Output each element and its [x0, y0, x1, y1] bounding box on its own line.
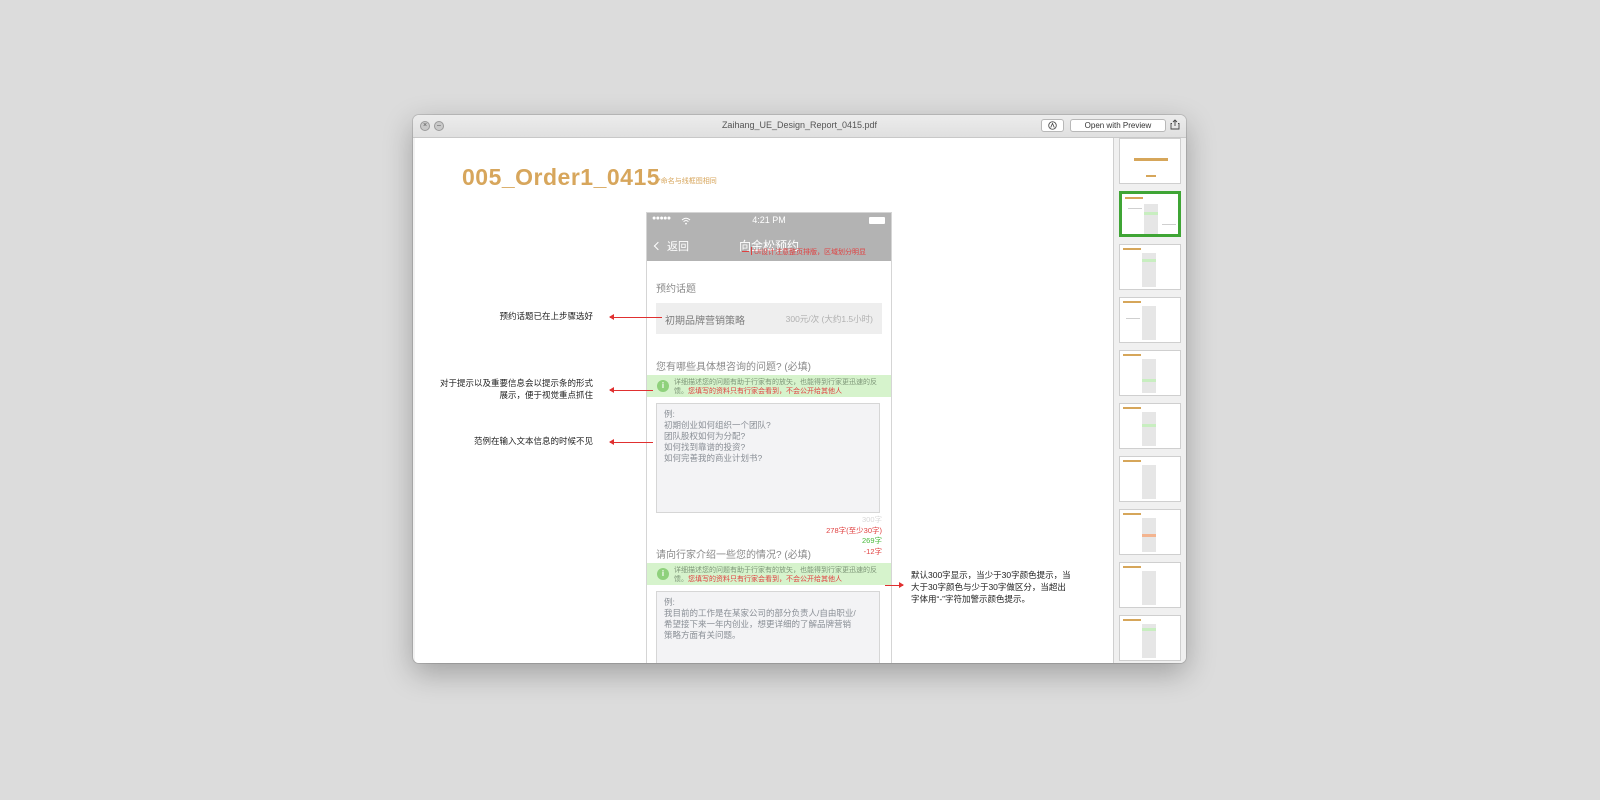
intro-textarea[interactable]: 例: 我目前的工作是在某家公司的部分负责人/自由职业/ 希望接下来一年内创业，想…: [656, 591, 880, 663]
page-thumbnail[interactable]: [1119, 297, 1181, 343]
page-thumbnail[interactable]: [1119, 350, 1181, 396]
heading-note: *命名与线框图相同: [658, 178, 717, 185]
status-bar: ●●●●● 4:21 PM: [647, 213, 891, 229]
nav-note-pointer: [742, 251, 749, 252]
page-thumbnail[interactable]: [1119, 456, 1181, 502]
placeholder-line: 例:: [664, 597, 675, 607]
annotation-counter: 默认300字显示，当少于30字颜色提示，当 大于30字颜色与少于30字做区分，当…: [911, 570, 1071, 604]
question-tip-text: 详细描述您的问题有助于行家有的放矢，也能得到行家更迅速的反馈。您填写的资料只有行…: [674, 379, 877, 395]
question-textarea[interactable]: 例: 初期创业如何组织一个团队? 团队股权如何为分配? 如何找到靠谱的投资? 如…: [656, 403, 880, 513]
annotation-tipbar: 对于提示以及重要信息会以提示条的形式 展示，便于视觉重点抓住: [439, 378, 593, 400]
annotation-arrow: [609, 439, 653, 445]
char-counters: 300字 278字(至少30字) 269字 -12字: [826, 515, 882, 557]
placeholder-line: 例:: [664, 409, 675, 419]
annotation-topic: 预约话题已在上步骤选好: [499, 311, 593, 321]
placeholder-line: 策略方面有关问题。: [664, 630, 741, 640]
nav-design-note: UI设计注意整页排版，区域划分明显: [754, 249, 866, 256]
placeholder-line: 初期创业如何组织一个团队?: [664, 420, 771, 430]
page-thumbnail[interactable]: [1119, 509, 1181, 555]
info-icon: i: [657, 380, 669, 392]
pdf-page[interactable]: 005_Order1_0415 *命名与线框图相同 ●●●●● 4:21 PM …: [415, 138, 1113, 663]
page-thumbnail-selected[interactable]: [1119, 191, 1181, 237]
placeholder-line: 团队股权如何为分配?: [664, 431, 746, 441]
title-bar: × – Zaihang_UE_Design_Report_0415.pdf Op…: [413, 115, 1186, 138]
page-thumbnail[interactable]: [1119, 138, 1181, 184]
info-icon: i: [657, 568, 669, 580]
placeholder-line: 如何找到靠谱的投资?: [664, 442, 746, 452]
markup-icon: [1048, 121, 1057, 130]
intro-tip-bar: i 详细描述您的问题有助于行家有的放矢，也能得到行家更迅速的反馈。您填写的资料只…: [647, 563, 891, 585]
annotation-example: 范例在输入文本信息的时候不见: [473, 436, 593, 446]
share-button[interactable]: [1170, 119, 1180, 132]
annotation-arrow: [885, 582, 904, 588]
counter-over: -12字: [863, 546, 882, 556]
question-section-title: 您有哪些具体想咨询的问题? (必填): [656, 362, 811, 373]
topic-name: 初期品牌营销策略: [665, 316, 745, 327]
annotation-arrow: [609, 387, 653, 393]
battery-icon: [869, 217, 885, 224]
pdf-preview-window: × – Zaihang_UE_Design_Report_0415.pdf Op…: [413, 115, 1186, 663]
page-thumbnail[interactable]: [1119, 244, 1181, 290]
phone-mockup: ●●●●● 4:21 PM 返回 向金松预约 UI设计注意整页排版，区域划分明显…: [646, 212, 892, 663]
thumbnail-sidebar[interactable]: [1113, 138, 1186, 663]
counter-ok: 269字: [861, 536, 882, 545]
annotation-arrow: [609, 314, 662, 320]
counter-too-short: 278字(至少30字): [826, 525, 882, 535]
intro-section-title: 请向行家介绍一些您的情况? (必填): [656, 550, 811, 561]
intro-tip-text: 详细描述您的问题有助于行家有的放矢，也能得到行家更迅速的反馈。您填写的资料只有行…: [674, 567, 877, 583]
markup-button[interactable]: [1041, 119, 1064, 132]
topic-price: 300元/次 (大约1.5小时): [785, 314, 873, 324]
share-icon: [1170, 119, 1180, 130]
question-tip-bar: i 详细描述您的问题有助于行家有的放矢，也能得到行家更迅速的反馈。您填写的资料只…: [647, 375, 891, 397]
page-thumbnail[interactable]: [1119, 403, 1181, 449]
open-with-preview-button[interactable]: Open with Preview: [1070, 119, 1166, 132]
topic-row[interactable]: 初期品牌营销策略 300元/次 (大约1.5小时): [656, 303, 882, 334]
status-time: 4:21 PM: [752, 215, 786, 225]
page-thumbnail[interactable]: [1119, 615, 1181, 661]
placeholder-line: 希望接下来一年内创业，想更详细的了解品牌营销: [664, 619, 852, 629]
page-thumbnail[interactable]: [1119, 562, 1181, 608]
topic-section-title: 预约话题: [656, 284, 696, 295]
placeholder-line: 我目前的工作是在某家公司的部分负责人/自由职业/: [664, 608, 856, 618]
page-heading: 005_Order1_0415: [462, 164, 661, 190]
counter-default: 300字: [861, 515, 882, 524]
nav-bar: 返回 向金松预约 UI设计注意整页排版，区域划分明显: [647, 229, 891, 261]
placeholder-line: 如何完善我的商业计划书?: [664, 453, 763, 463]
